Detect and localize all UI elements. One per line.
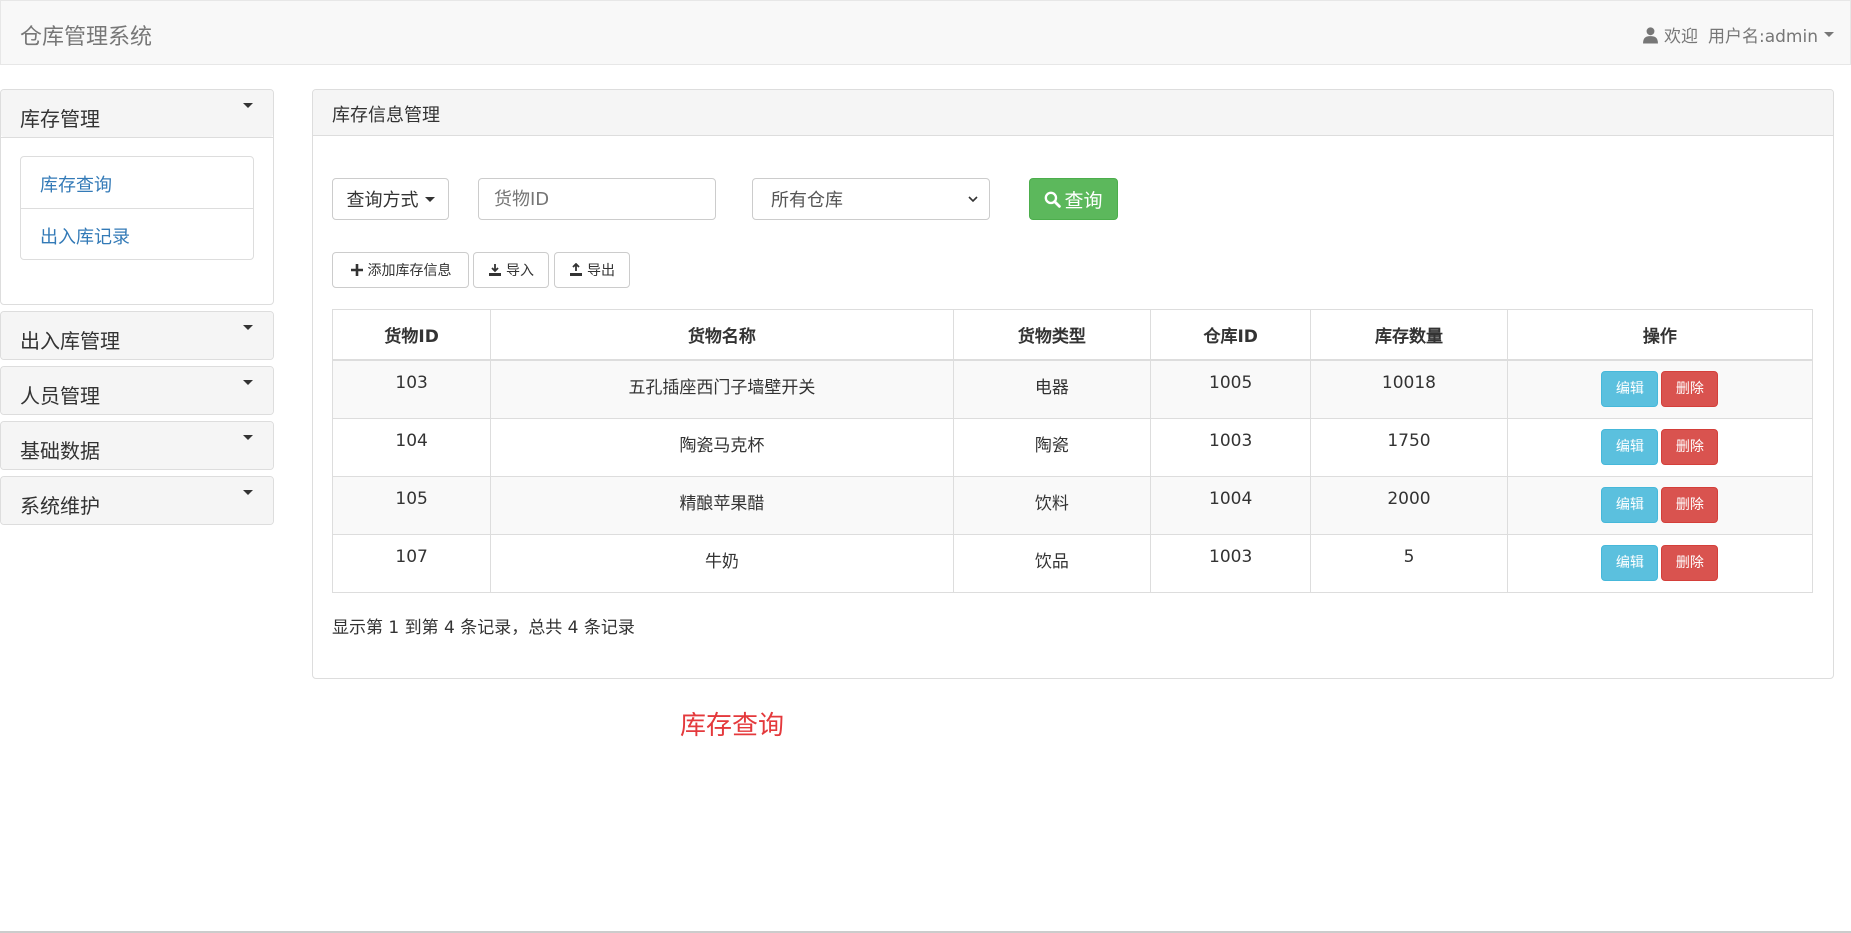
sidebar-panel-basic-data: 基础数据 [0,421,274,470]
user-icon [1643,26,1658,43]
delete-button[interactable]: 删除 [1661,486,1719,523]
import-icon [489,264,501,276]
cell-actions: 编辑 删除 [1506,533,1812,592]
edit-button[interactable]: 编辑 [1601,371,1659,407]
cell-goods-name: 精酿苹果醋 [490,475,954,534]
cell-actions: 编辑 删除 [1506,417,1812,476]
export-icon [570,263,582,276]
cell-stock-qty: 5 [1310,533,1508,592]
welcome-text: 欢迎 [1664,27,1698,47]
user-menu[interactable]: 欢迎 用户名:admin [1642,22,1834,47]
goods-id-input[interactable] [478,178,716,220]
edit-button[interactable]: 编辑 [1601,428,1659,465]
sidebar-panel-header-basic-data[interactable]: 基础数据 [1,422,273,469]
cell-actions: 编辑 删除 [1506,359,1812,418]
cell-goods-name: 牛奶 [490,533,954,592]
sidebar-panel-inventory: 库存管理 库存查询 出入库记录 [0,89,274,305]
sidebar-panel-label: 库存管理 [20,107,100,131]
export-button[interactable]: 导出 [554,252,630,288]
cell-goods-type: 饮品 [952,533,1151,592]
cell-warehouse-id: 1003 [1150,417,1311,476]
edit-button[interactable]: 编辑 [1601,486,1659,523]
sidebar-panel-header-io[interactable]: 出入库管理 [1,312,273,359]
username-text: 用户名:admin [1708,27,1818,47]
inventory-table: 货物ID 货物名称 货物类型 仓库ID 库存数量 操作 103 五孔插座西门子墙… [332,309,1813,593]
sidebar-submenu: 库存查询 出入库记录 [20,156,254,260]
caret-down-icon [243,490,253,495]
cell-stock-qty: 2000 [1310,475,1508,534]
plus-icon [350,264,363,276]
table-row: 103 五孔插座西门子墙壁开关 电器 1005 10018 编辑 删除 [333,359,1812,418]
edit-button[interactable]: 编辑 [1601,544,1659,581]
inventory-panel: 库存信息管理 查询方式 所有仓库 查询 添加库存信息 导入 [312,89,1834,679]
app-brand[interactable]: 仓库管理系统 [20,19,152,51]
query-type-label: 查询方式 [346,190,419,211]
cell-goods-id: 107 [333,533,491,592]
cell-goods-name: 陶瓷马克杯 [490,417,954,476]
page-caption: 库存查询 [680,711,785,741]
caret-down-icon [243,380,253,385]
panel-title: 库存信息管理 [313,90,1833,136]
warehouse-select-value: 所有仓库 [771,190,843,211]
pagination-summary: 显示第 1 到第 4 条记录，总共 4 条记录 [332,618,635,638]
search-button[interactable]: 查询 [1029,178,1118,220]
column-header-actions: 操作 [1506,310,1812,361]
caret-down-icon [243,103,253,108]
search-button-label: 查询 [1064,189,1103,212]
top-navbar: 仓库管理系统 欢迎 用户名:admin [0,0,1851,65]
chevron-down-icon [968,196,978,203]
add-inventory-button[interactable]: 添加库存信息 [332,252,469,288]
query-type-dropdown[interactable]: 查询方式 [332,178,449,220]
cell-actions: 编辑 删除 [1506,475,1812,534]
caret-down-icon [243,325,253,330]
chevron-down-icon [1824,32,1834,37]
sidebar-item-inventory-query[interactable]: 库存查询 [21,157,253,208]
cell-goods-id: 105 [333,475,491,534]
cell-stock-qty: 1750 [1310,417,1508,476]
chevron-down-icon [424,196,435,202]
cell-warehouse-id: 1003 [1150,533,1311,592]
sidebar-panel-body: 库存查询 出入库记录 [1,137,273,304]
sidebar-panel-personnel: 人员管理 [0,366,274,415]
cell-warehouse-id: 1004 [1150,475,1311,534]
cell-warehouse-id: 1005 [1150,359,1311,418]
sidebar-panel-label: 出入库管理 [20,329,120,353]
add-inventory-label: 添加库存信息 [367,263,452,279]
sidebar-panel-header-personnel[interactable]: 人员管理 [1,367,273,414]
table-row: 107 牛奶 饮品 1003 5 编辑 删除 [333,533,1812,592]
cell-goods-id: 103 [333,359,491,418]
warehouse-select[interactable]: 所有仓库 [752,178,990,220]
delete-button[interactable]: 删除 [1661,428,1719,465]
table-row: 105 精酿苹果醋 饮料 1004 2000 编辑 删除 [333,475,1812,534]
caret-down-icon [243,435,253,440]
sidebar-panel-label: 基础数据 [20,439,100,463]
column-header-warehouse-id[interactable]: 仓库ID [1150,310,1311,361]
sidebar-panel-header-inventory[interactable]: 库存管理 [1,90,273,137]
export-label: 导出 [587,263,615,279]
import-label: 导入 [506,263,534,279]
column-header-goods-id[interactable]: 货物ID [333,310,491,361]
column-header-goods-name[interactable]: 货物名称 [490,310,954,361]
table-header-row: 货物ID 货物名称 货物类型 仓库ID 库存数量 操作 [333,310,1812,361]
delete-button[interactable]: 删除 [1661,371,1719,407]
cell-stock-qty: 10018 [1310,359,1508,418]
cell-goods-name: 五孔插座西门子墙壁开关 [490,359,954,418]
sidebar-panel-header-maintenance[interactable]: 系统维护 [1,477,273,524]
import-button[interactable]: 导入 [473,252,549,288]
cell-goods-type: 饮料 [952,475,1151,534]
sidebar-panel-label: 人员管理 [20,384,100,408]
sidebar-panel-io: 出入库管理 [0,311,274,360]
delete-button[interactable]: 删除 [1661,544,1719,581]
cell-goods-type: 电器 [952,359,1151,418]
sidebar-item-io-records[interactable]: 出入库记录 [21,208,253,259]
sidebar-panel-maintenance: 系统维护 [0,476,274,525]
table-row: 104 陶瓷马克杯 陶瓷 1003 1750 编辑 删除 [333,417,1812,476]
cell-goods-type: 陶瓷 [952,417,1151,476]
column-header-stock-qty[interactable]: 库存数量 [1310,310,1508,361]
sidebar-panel-label: 系统维护 [20,494,100,518]
search-icon [1045,191,1062,208]
cell-goods-id: 104 [333,417,491,476]
column-header-goods-type[interactable]: 货物类型 [952,310,1151,361]
